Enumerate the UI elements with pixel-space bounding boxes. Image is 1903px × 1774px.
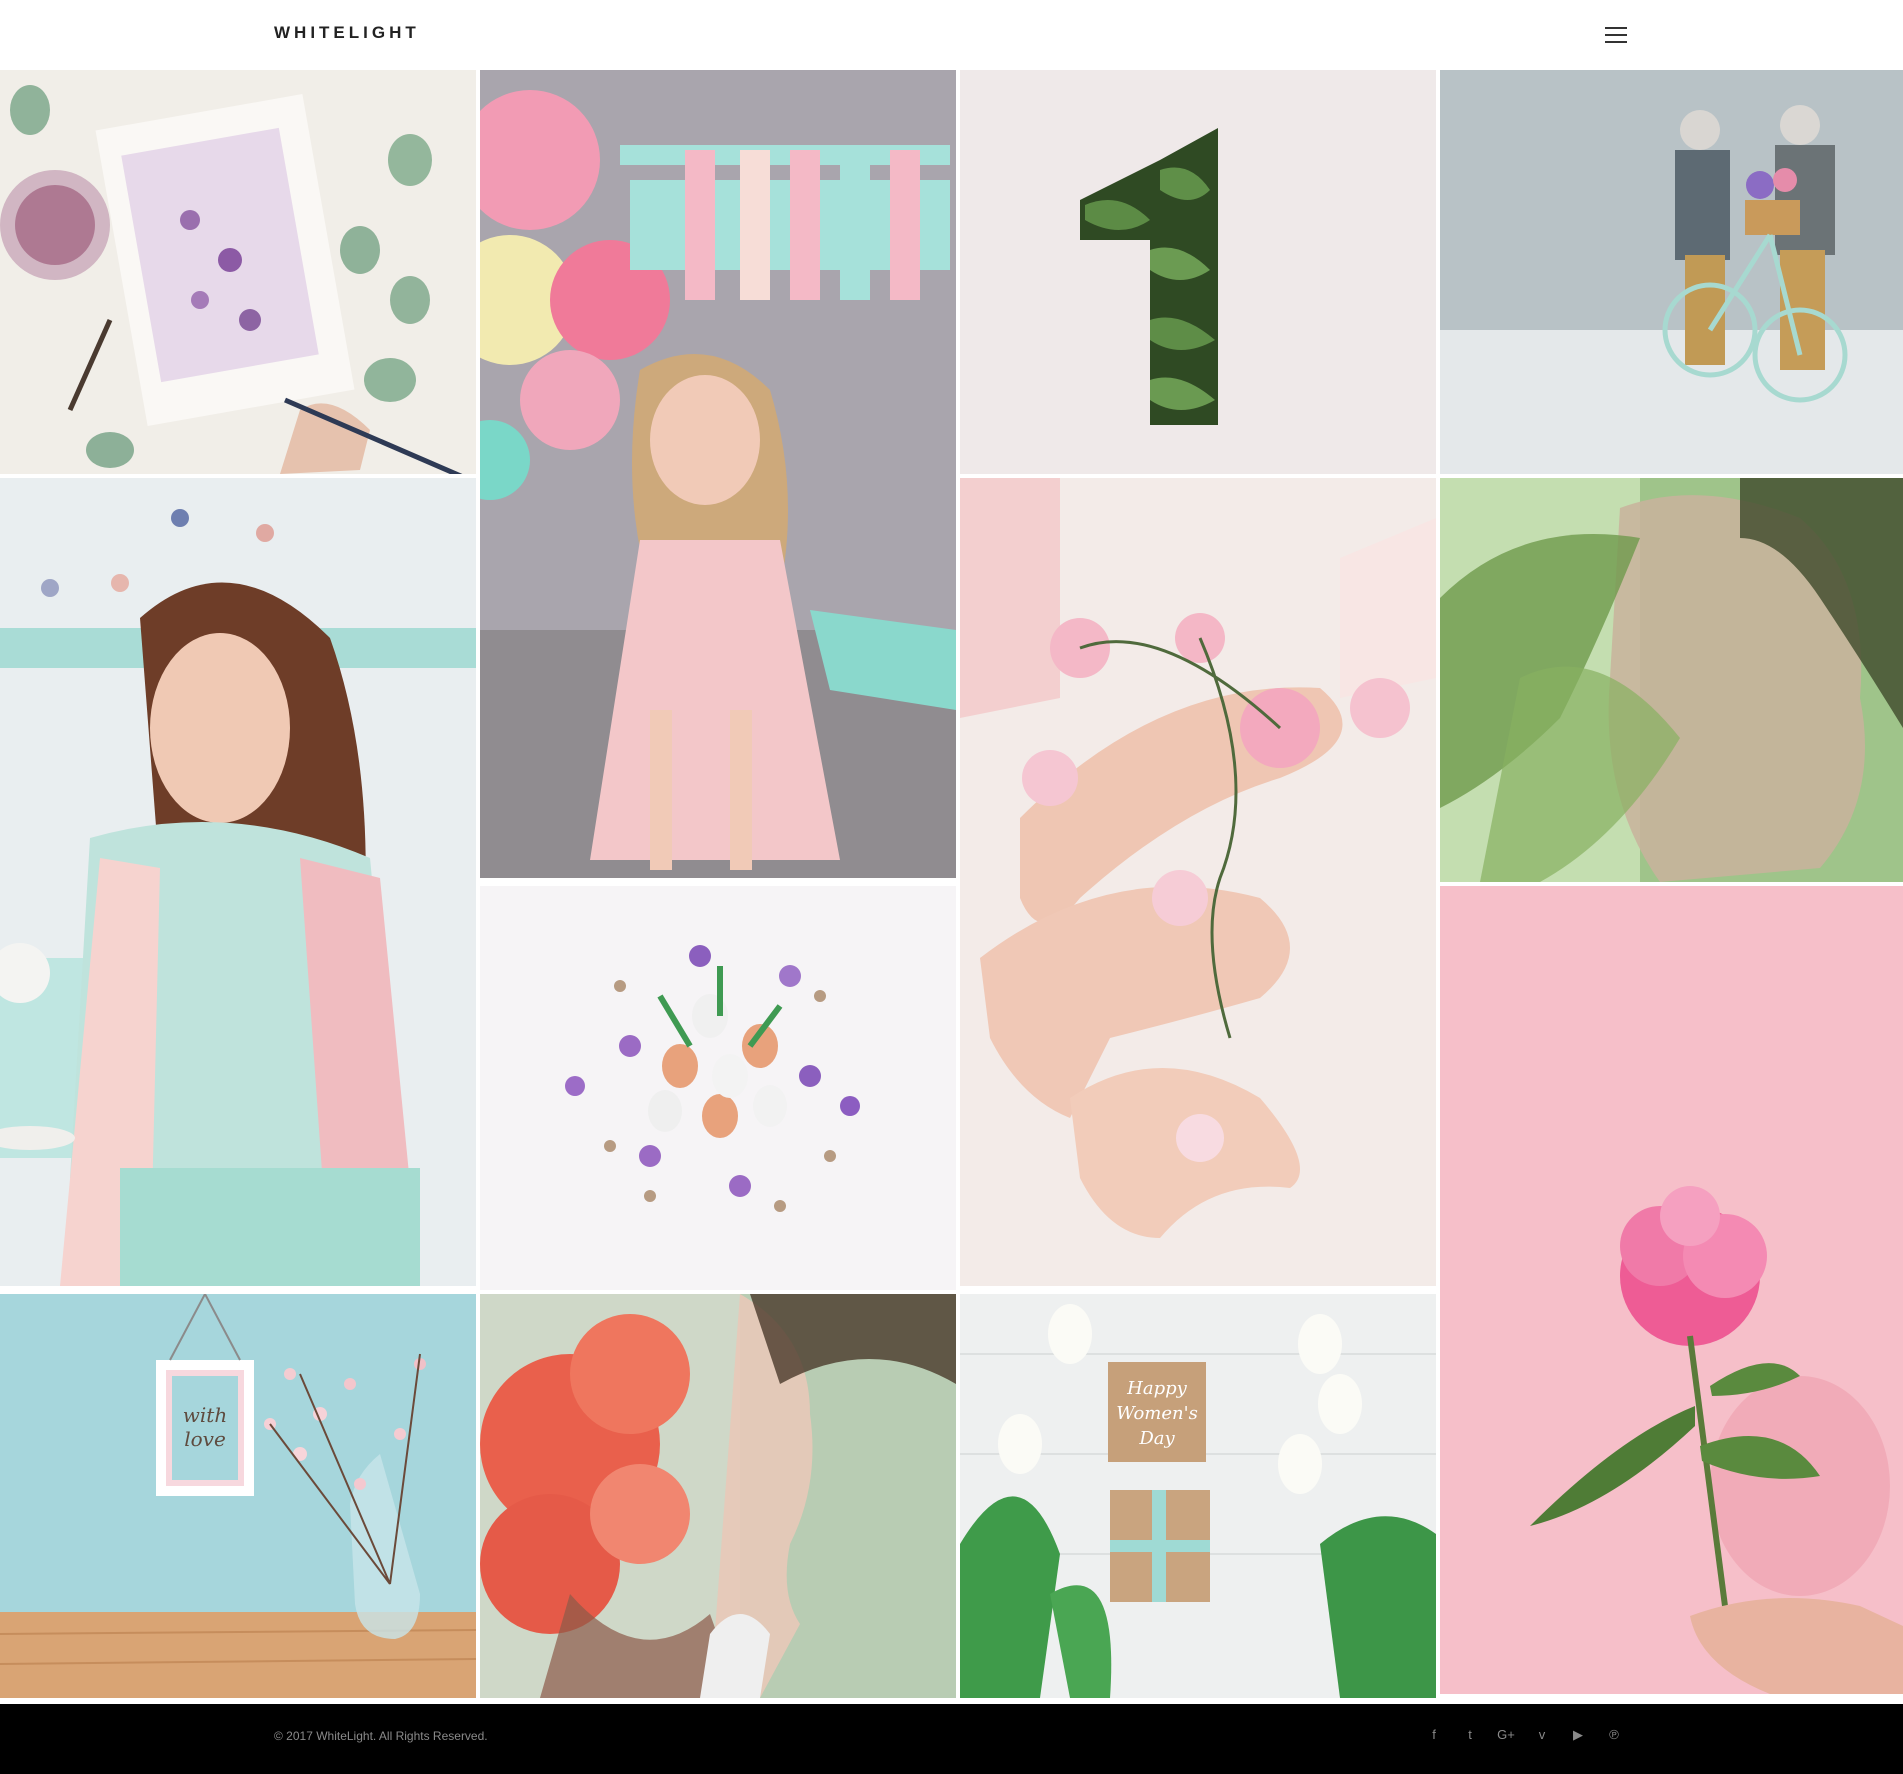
- frame-text-line1: with: [183, 1403, 227, 1427]
- double-exposure-flower-photo[interactable]: [480, 1294, 956, 1698]
- woman-in-cafe-photo[interactable]: [0, 478, 476, 1286]
- number-one-leaves-photo[interactable]: [960, 70, 1436, 474]
- double-exposure-forest-photo[interactable]: [1440, 478, 1903, 882]
- facebook-icon[interactable]: f: [1425, 1726, 1443, 1744]
- menu-line: [1605, 41, 1627, 43]
- photo-gallery: with love Happy Women's Day: [0, 70, 1903, 1700]
- hamburger-menu-icon[interactable]: [1605, 25, 1629, 45]
- senior-couple-bicycle-photo[interactable]: [1440, 70, 1903, 474]
- menu-line: [1605, 34, 1627, 36]
- watercolor-painting-photo[interactable]: [0, 70, 476, 474]
- copyright-text: © 2017 WhiteLight. All Rights Reserved.: [274, 1729, 488, 1743]
- social-links: f t G+ v ▶ ℗: [1425, 1726, 1623, 1744]
- womens-day-gift-photo[interactable]: Happy Women's Day: [960, 1294, 1436, 1698]
- vimeo-icon[interactable]: v: [1533, 1726, 1551, 1744]
- hands-with-flowers-photo[interactable]: [960, 478, 1436, 1286]
- easter-eggs-flowers-photo[interactable]: [480, 886, 956, 1290]
- youtube-icon[interactable]: ▶: [1569, 1726, 1587, 1744]
- with-love-frame-photo[interactable]: with love: [0, 1294, 476, 1698]
- twitter-icon[interactable]: t: [1461, 1726, 1479, 1744]
- site-logo[interactable]: WHITELIGHT: [274, 23, 420, 43]
- card-text-line2: Women's: [1116, 1403, 1198, 1424]
- card-text-line1: Happy: [1126, 1378, 1187, 1399]
- frame-text-line2: love: [184, 1427, 226, 1451]
- menu-line: [1605, 27, 1627, 29]
- girl-with-balloons-photo[interactable]: [480, 70, 956, 878]
- peony-on-pink-photo[interactable]: [1440, 886, 1903, 1694]
- site-header: WHITELIGHT: [0, 0, 1903, 70]
- card-text-line3: Day: [1138, 1428, 1175, 1449]
- google-plus-icon[interactable]: G+: [1497, 1726, 1515, 1744]
- pinterest-icon[interactable]: ℗: [1605, 1726, 1623, 1744]
- site-footer: © 2017 WhiteLight. All Rights Reserved. …: [0, 1704, 1903, 1774]
